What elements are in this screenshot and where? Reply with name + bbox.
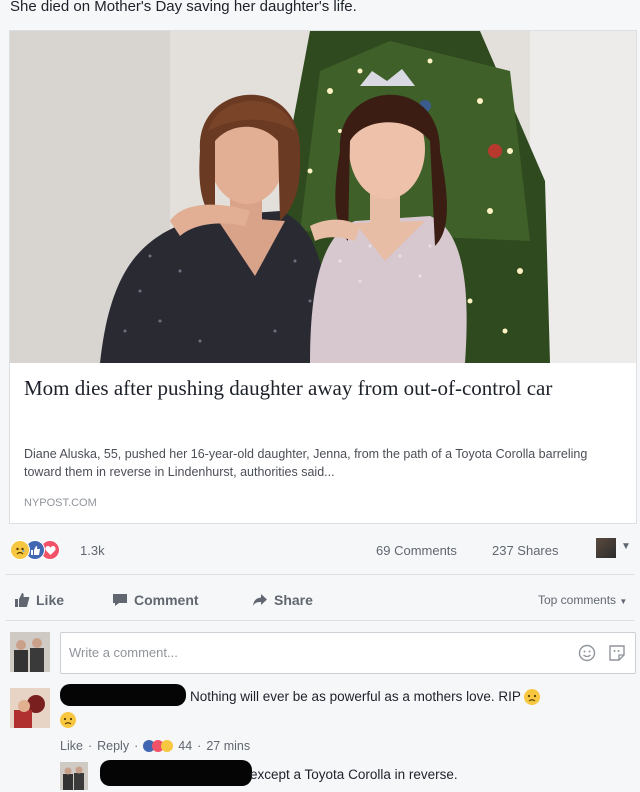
sad-icon: [161, 740, 174, 752]
chevron-down-icon: ▼: [619, 597, 628, 606]
comment-reply-link[interactable]: Reply: [97, 739, 129, 753]
comment-reaction-count[interactable]: 44: [178, 739, 192, 753]
sticker-icon[interactable]: [607, 643, 627, 663]
reaction-count[interactable]: 1.3k: [80, 543, 105, 558]
thumbs-up-icon: [15, 593, 30, 607]
commenter-avatar[interactable]: [10, 688, 50, 728]
post-caption: She died on Mother's Day saving her daug…: [10, 0, 357, 14]
redacted-name: [100, 760, 252, 786]
chevron-down-icon[interactable]: ▼: [621, 541, 631, 552]
divider: [6, 620, 634, 621]
viewer-avatar-large[interactable]: [10, 632, 50, 672]
comment-body: Nothing will ever be as powerful as a mo…: [190, 689, 521, 704]
share-button[interactable]: Share: [252, 588, 313, 612]
comment-text: Nothing will ever be as powerful as a mo…: [190, 689, 541, 706]
sad-icon[interactable]: [10, 540, 30, 560]
share-label: Share: [274, 592, 313, 608]
reactions-bar: 1.3k 69 Comments 237 Shares ▼: [0, 534, 640, 566]
comment-icon: [113, 594, 127, 606]
top-comments-sort[interactable]: Top comments ▼: [538, 593, 627, 607]
comment-composer[interactable]: Write a comment...: [60, 632, 636, 674]
viewer-avatar[interactable]: [596, 538, 616, 558]
emoji-icon[interactable]: [577, 643, 597, 663]
comment-meta: Like · Reply · 44 · 27 mins: [60, 739, 250, 753]
divider: [6, 574, 634, 575]
comments-count[interactable]: 69 Comments: [376, 543, 457, 558]
shares-count[interactable]: 237 Shares: [492, 543, 559, 558]
comment-button[interactable]: Comment: [112, 588, 199, 612]
article-photo-illustration: [10, 31, 636, 363]
link-description: Diane Aluska, 55, pushed her 16-year-old…: [24, 447, 588, 479]
link-preview-card[interactable]: Mom dies after pushing daughter away fro…: [9, 30, 637, 524]
reply-avatar[interactable]: [60, 762, 88, 790]
comment-reactions[interactable]: [143, 740, 174, 752]
comment-label: Comment: [134, 592, 199, 608]
separator: ·: [87, 739, 93, 753]
sad-emoji-icon: [60, 712, 76, 728]
comment-time[interactable]: 27 mins: [206, 739, 250, 753]
separator: ·: [134, 739, 139, 753]
sort-label: Top comments: [538, 593, 617, 607]
reply-text: except a Toyota Corolla in reverse.: [250, 767, 458, 782]
facebook-post: She died on Mother's Day saving her daug…: [0, 0, 640, 792]
sad-emoji-icon: [524, 689, 541, 706]
link-domain: NYPOST.COM: [24, 497, 97, 509]
comment-like-link[interactable]: Like: [60, 739, 83, 753]
share-icon: [253, 594, 267, 606]
separator: ·: [197, 739, 202, 753]
comment-input-placeholder[interactable]: Write a comment...: [69, 645, 178, 660]
redacted-name: [60, 684, 186, 706]
like-button[interactable]: Like: [14, 588, 64, 612]
link-title[interactable]: Mom dies after pushing daughter away fro…: [24, 375, 624, 402]
article-photo[interactable]: [10, 31, 636, 363]
like-label: Like: [36, 592, 65, 608]
